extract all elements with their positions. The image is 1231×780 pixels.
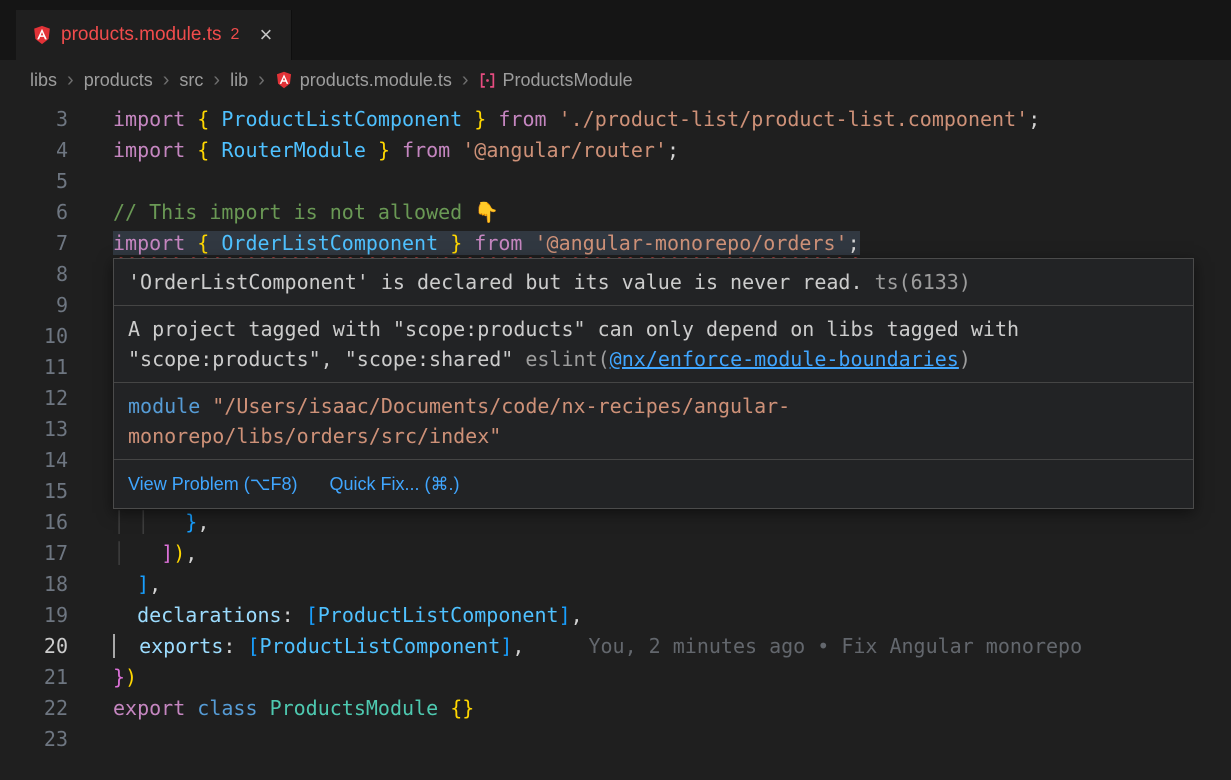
line-number[interactable]: 19 <box>0 600 68 631</box>
breadcrumb: libs › products › src › lib › products.module.ts… <box>0 60 1231 100</box>
breadcrumb-label: products <box>84 70 153 91</box>
code-line[interactable]: 5 <box>0 166 1231 197</box>
line-number[interactable]: 3 <box>0 104 68 135</box>
tab-close-icon[interactable]: × <box>256 24 275 46</box>
breadcrumb-label: libs <box>30 70 57 91</box>
code-text: declarations: [ProductListComponent], <box>68 600 583 631</box>
code-line[interactable]: 4import { RouterModule } from '@angular/… <box>0 135 1231 166</box>
code-text <box>68 166 113 197</box>
code-text <box>68 724 113 755</box>
editor: 3import { ProductListComponent } from '.… <box>0 100 1231 780</box>
line-number[interactable]: 21 <box>0 662 68 693</box>
code-text <box>68 383 113 414</box>
code-text <box>68 290 113 321</box>
breadcrumb-item-libs[interactable]: libs <box>30 70 57 91</box>
line-number[interactable]: 20 <box>0 631 68 662</box>
hover-actions: View Problem (⌥F8) Quick Fix... (⌘.) <box>114 460 1193 508</box>
code-line[interactable]: 7 import { OrderListComponent } from '@an… <box>0 228 1231 259</box>
tab-bar: products.module.ts 2 × <box>0 0 1231 60</box>
ts-error-code: ts(6133) <box>875 270 971 294</box>
breadcrumb-label: products.module.ts <box>300 70 452 91</box>
code-text: exports: [ProductListComponent],You, 2 m… <box>68 631 1082 662</box>
eslint-rule-link[interactable]: @nx/enforce-module-boundaries <box>610 347 959 371</box>
code-line[interactable]: 3import { ProductListComponent } from '.… <box>0 104 1231 135</box>
line-number[interactable]: 6 <box>0 197 68 228</box>
code-text <box>68 259 113 290</box>
code-text: export class ProductsModule {} <box>68 693 474 724</box>
code-text <box>68 414 113 445</box>
line-number[interactable]: 7 <box>0 228 68 259</box>
breadcrumb-item-src[interactable]: src <box>179 70 203 91</box>
code-line[interactable]: 21}) <box>0 662 1231 693</box>
code-text: import { ProductListComponent } from './… <box>68 104 1040 135</box>
hover-ts-message: 'OrderListComponent' is declared but its… <box>114 259 1193 306</box>
line-number[interactable]: 4 <box>0 135 68 166</box>
angular-icon <box>275 71 293 89</box>
line-number[interactable]: 22 <box>0 693 68 724</box>
breadcrumb-separator: › <box>213 69 220 92</box>
angular-icon <box>32 25 52 45</box>
ts-message-text: 'OrderListComponent' is declared but its… <box>128 270 863 294</box>
tab-title: products.module.ts <box>61 24 222 46</box>
line-number[interactable]: 5 <box>0 166 68 197</box>
eslint-source-suffix: ) <box>959 347 971 371</box>
code-text <box>68 352 113 383</box>
quick-fix-link[interactable]: Quick Fix... (⌘.) <box>329 469 459 499</box>
breadcrumb-item-productsmodule[interactable]: ProductsModule <box>479 70 633 91</box>
line-number[interactable]: 13 <box>0 414 68 445</box>
line-number[interactable]: 8 <box>0 259 68 290</box>
module-symbol-icon <box>479 72 496 89</box>
editor-tab[interactable]: products.module.ts 2 × <box>16 10 292 60</box>
breadcrumb-separator: › <box>462 69 469 92</box>
breadcrumb-item-products-module-ts[interactable]: products.module.ts <box>275 70 452 91</box>
code-text: }) <box>68 662 137 693</box>
code-line[interactable]: 6// This import is not allowed 👇 <box>0 197 1231 228</box>
code-text: ], <box>68 569 161 600</box>
code-text <box>68 321 113 352</box>
tab-problems-badge: 2 <box>231 26 240 44</box>
code-line[interactable]: 23 <box>0 724 1231 755</box>
code-line[interactable]: 22export class ProductsModule {} <box>0 693 1231 724</box>
line-number[interactable]: 14 <box>0 445 68 476</box>
line-number[interactable]: 16 <box>0 507 68 538</box>
breadcrumb-separator: › <box>163 69 170 92</box>
hover-eslint-message: A project tagged with "scope:products" c… <box>114 306 1193 383</box>
git-blame-annotation: You, 2 minutes ago • Fix Angular monorep… <box>588 634 1082 658</box>
code-text: │ │ }, <box>68 507 209 538</box>
code-text: import { RouterModule } from '@angular/r… <box>68 135 679 166</box>
code-line[interactable]: 18 ], <box>0 569 1231 600</box>
line-number[interactable]: 18 <box>0 569 68 600</box>
module-keyword: module <box>128 394 200 418</box>
breadcrumb-separator: › <box>67 69 74 92</box>
vscode-window: products.module.ts 2 × libs › products › src… <box>0 0 1231 780</box>
eslint-source-prefix: eslint( <box>525 347 609 371</box>
code-text: // This import is not allowed 👇 <box>68 197 499 228</box>
code-line[interactable]: 20 exports: [ProductListComponent],You, … <box>0 631 1231 662</box>
code-text <box>68 445 113 476</box>
breadcrumb-label: lib <box>230 70 248 91</box>
code-line[interactable]: 19 declarations: [ProductListComponent], <box>0 600 1231 631</box>
view-problem-link[interactable]: View Problem (⌥F8) <box>128 469 297 499</box>
breadcrumb-item-lib[interactable]: lib <box>230 70 248 91</box>
hover-module-info: module"/Users/isaac/Documents/code/nx-re… <box>114 383 1193 460</box>
error-underline-region: import { OrderListComponent } from '@ang… <box>113 231 860 255</box>
breadcrumb-label: src <box>179 70 203 91</box>
line-number[interactable]: 9 <box>0 290 68 321</box>
line-number[interactable]: 23 <box>0 724 68 755</box>
line-number[interactable]: 11 <box>0 352 68 383</box>
code-text: import { OrderListComponent } from '@ang… <box>68 228 860 259</box>
line-number[interactable]: 17 <box>0 538 68 569</box>
breadcrumb-item-products[interactable]: products <box>84 70 153 91</box>
code-line[interactable]: 16│ │ }, <box>0 507 1231 538</box>
line-number[interactable]: 15 <box>0 476 68 507</box>
breadcrumb-separator: › <box>258 69 265 92</box>
line-number[interactable]: 10 <box>0 321 68 352</box>
breadcrumb-label: ProductsModule <box>503 70 633 91</box>
hover-tooltip: 'OrderListComponent' is declared but its… <box>113 258 1194 509</box>
code-line[interactable]: 17│ ]), <box>0 538 1231 569</box>
module-path: "/Users/isaac/Documents/code/nx-recipes/… <box>128 394 790 448</box>
line-number[interactable]: 12 <box>0 383 68 414</box>
code-text: │ ]), <box>68 538 197 569</box>
